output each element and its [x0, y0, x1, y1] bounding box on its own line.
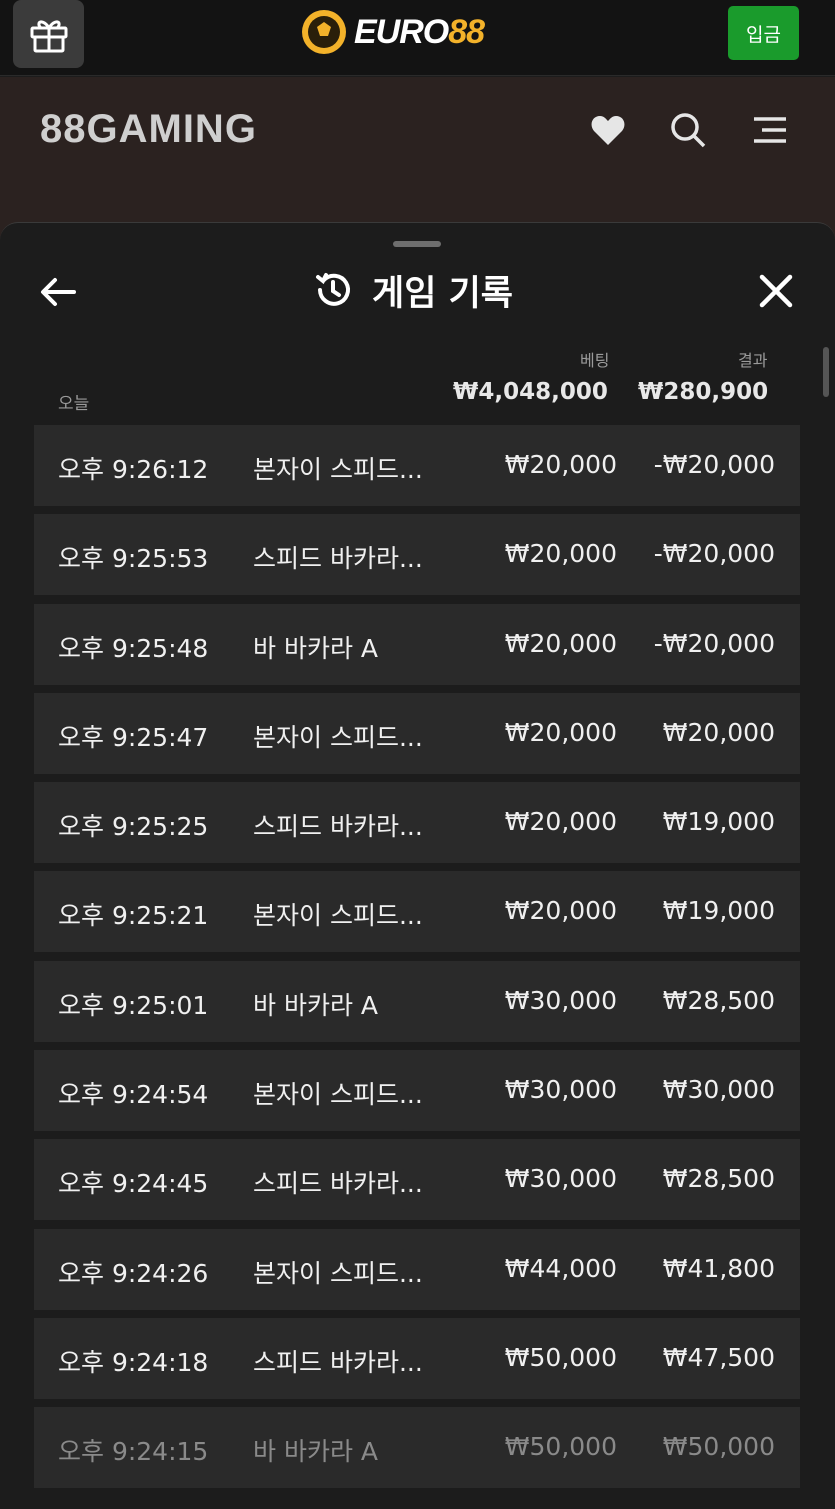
history-list: 오후 9:26:12 본자이 스피드... ₩20,000 -₩20,000 오후 9:…	[34, 425, 800, 1497]
row-bet: ₩30,000	[504, 1164, 617, 1194]
row-result: ₩19,000	[662, 807, 775, 837]
row-result: -₩20,000	[653, 450, 775, 479]
row-game: 본자이 스피드...	[253, 722, 423, 752]
row-game: 바 바카라 A	[253, 990, 378, 1020]
search-icon[interactable]	[668, 110, 708, 150]
brand-logo[interactable]: EURO88	[300, 6, 485, 58]
row-result: ₩30,000	[662, 1075, 775, 1105]
drag-handle[interactable]	[393, 241, 441, 247]
row-time: 오후 9:25:21	[58, 901, 209, 931]
row-bet: ₩20,000	[504, 450, 617, 479]
row-game: 바 바카라 A	[253, 633, 378, 663]
row-time: 오후 9:25:53	[58, 544, 209, 574]
row-game: 바 바카라 A	[253, 1437, 378, 1467]
scrollbar[interactable]	[823, 347, 829, 397]
row-result: ₩50,000	[662, 1432, 775, 1462]
history-row[interactable]: 오후 9:25:21 본자이 스피드... ₩20,000 ₩19,000	[34, 871, 800, 953]
row-time: 오후 9:25:01	[58, 990, 209, 1020]
row-time: 오후 9:24:18	[58, 1347, 209, 1377]
game-history-sheet: 게임 기록 베팅 결과 오늘 ₩4,048,000 ₩280,900 오후 9:…	[0, 222, 835, 1509]
row-bet: ₩20,000	[504, 717, 617, 747]
row-bet: ₩50,000	[504, 1342, 617, 1372]
bet-column-header: 베팅	[580, 351, 610, 370]
result-column-header: 결과	[738, 351, 768, 370]
history-row[interactable]: 오후 9:24:18 스피드 바카라... ₩50,000 ₩47,500	[34, 1317, 800, 1399]
history-row[interactable]: 오후 9:25:48 바 바카라 A ₩20,000 -₩20,000	[34, 603, 800, 685]
row-result: ₩28,500	[662, 1164, 775, 1194]
row-bet: ₩30,000	[504, 985, 617, 1015]
result-total: ₩280,900	[638, 379, 769, 405]
row-game: 스피드 바카라...	[253, 1169, 423, 1199]
menu-icon[interactable]	[750, 110, 790, 150]
deposit-button[interactable]: 입금	[728, 6, 799, 60]
history-row[interactable]: 오후 9:24:15 바 바카라 A ₩50,000 ₩50,000	[34, 1407, 800, 1489]
row-bet: ₩50,000	[504, 1432, 617, 1462]
row-bet: ₩20,000	[504, 628, 617, 658]
day-label: 오늘	[58, 394, 90, 414]
history-row[interactable]: 오후 9:25:47 본자이 스피드... ₩20,000 ₩20,000	[34, 692, 800, 774]
history-row[interactable]: 오후 9:24:54 본자이 스피드... ₩30,000 ₩30,000	[34, 1050, 800, 1132]
heart-icon[interactable]	[588, 110, 628, 150]
row-time: 오후 9:25:48	[58, 633, 209, 663]
provider-header: 88GAMING	[0, 77, 835, 237]
row-result: ₩41,800	[662, 1253, 775, 1283]
sheet-title-text: 게임 기록	[372, 273, 513, 314]
row-time: 오후 9:26:12	[58, 455, 209, 484]
close-icon[interactable]	[756, 271, 796, 311]
brand-name: EURO88	[354, 12, 485, 51]
history-row[interactable]: 오후 9:25:25 스피드 바카라... ₩20,000 ₩19,000	[34, 782, 800, 864]
row-result: -₩20,000	[653, 628, 775, 658]
row-bet: ₩44,000	[504, 1253, 617, 1283]
history-row[interactable]: 오후 9:26:12 본자이 스피드... ₩20,000 -₩20,000	[34, 425, 800, 506]
history-icon	[316, 273, 350, 306]
row-time: 오후 9:25:47	[58, 722, 209, 752]
row-time: 오후 9:24:45	[58, 1169, 209, 1199]
row-game: 스피드 바카라...	[253, 544, 423, 574]
row-time: 오후 9:24:15	[58, 1437, 209, 1467]
row-time: 오후 9:24:26	[58, 1258, 209, 1288]
row-result: ₩47,500	[662, 1342, 775, 1372]
row-game: 본자이 스피드...	[253, 1080, 423, 1110]
row-game: 스피드 바카라...	[253, 812, 423, 842]
provider-logo: 88GAMING	[40, 107, 257, 151]
row-bet: ₩20,000	[504, 539, 617, 569]
history-row[interactable]: 오후 9:24:26 본자이 스피드... ₩44,000 ₩41,800	[34, 1228, 800, 1310]
gift-icon	[30, 20, 67, 53]
row-bet: ₩20,000	[504, 807, 617, 837]
row-bet: ₩30,000	[504, 1075, 617, 1105]
history-row[interactable]: 오후 9:25:53 스피드 바카라... ₩20,000 -₩20,000	[34, 514, 800, 596]
row-time: 오후 9:24:54	[58, 1080, 209, 1110]
gift-button[interactable]	[13, 0, 84, 68]
row-game: 본자이 스피드...	[253, 1258, 423, 1288]
row-game: 스피드 바카라...	[253, 1347, 423, 1377]
row-result: ₩19,000	[662, 896, 775, 926]
row-game: 본자이 스피드...	[253, 901, 423, 931]
history-row[interactable]: 오후 9:24:45 스피드 바카라... ₩30,000 ₩28,500	[34, 1139, 800, 1221]
soccer-ball-icon	[302, 10, 346, 54]
sheet-title: 게임 기록	[312, 265, 513, 315]
history-row[interactable]: 오후 9:25:01 바 바카라 A ₩30,000 ₩28,500	[34, 960, 800, 1042]
top-bar: EURO88 입금	[0, 0, 835, 76]
arrow-left-icon[interactable]	[38, 271, 80, 313]
bet-total: ₩4,048,000	[453, 379, 608, 405]
row-game: 본자이 스피드...	[253, 455, 423, 484]
row-result: ₩20,000	[662, 717, 775, 747]
row-time: 오후 9:25:25	[58, 812, 209, 842]
row-result: -₩20,000	[653, 539, 775, 569]
row-result: ₩28,500	[662, 985, 775, 1015]
row-bet: ₩20,000	[504, 896, 617, 926]
